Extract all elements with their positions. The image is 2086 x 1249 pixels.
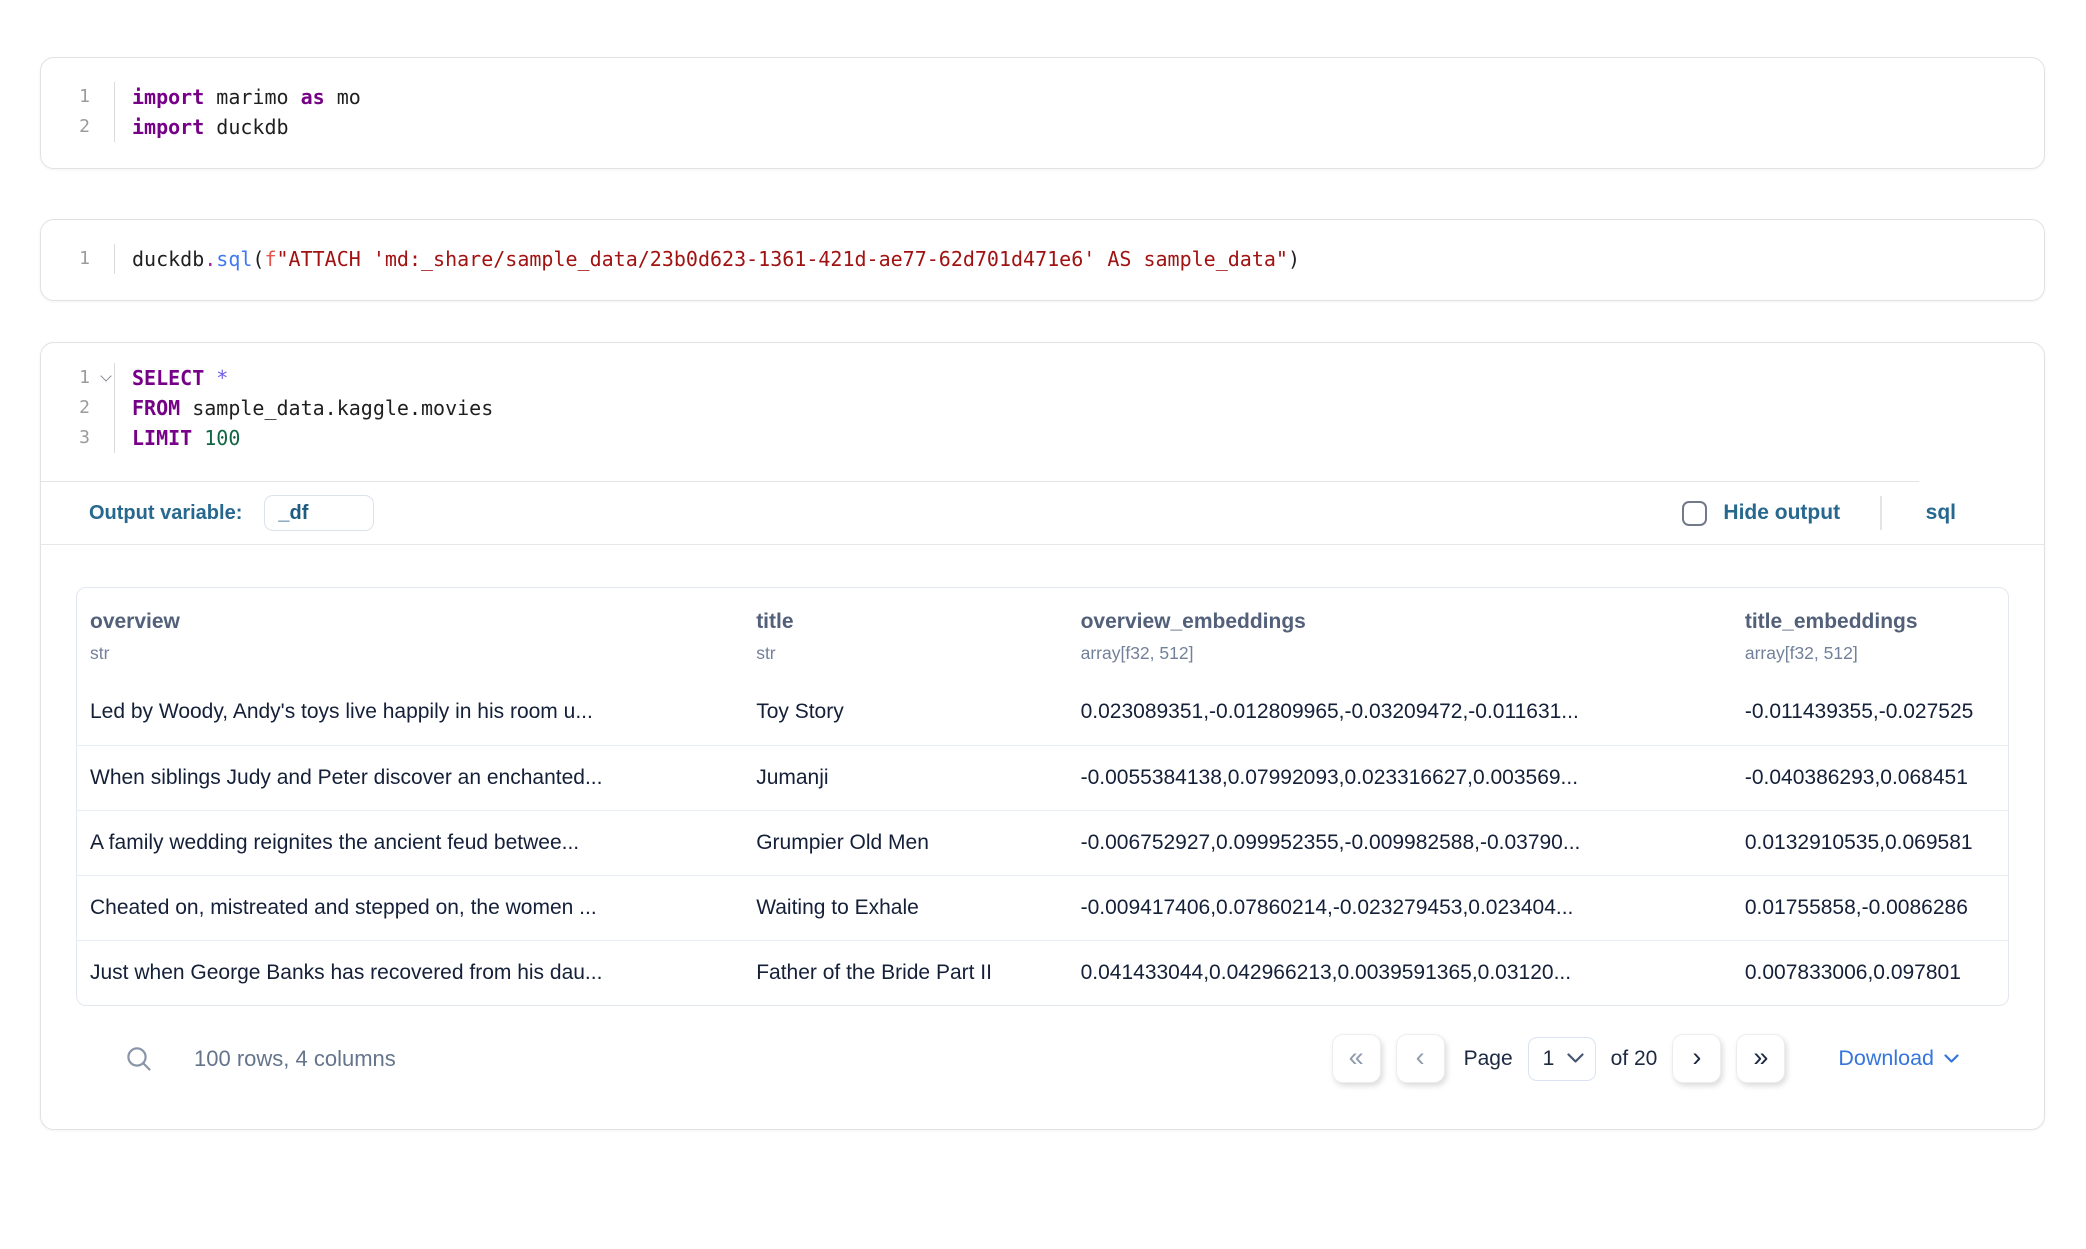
table-header-row: overview str title str overview_embeddingsar… — [77, 588, 2008, 680]
output-variable-input[interactable] — [264, 495, 374, 531]
table-row: Led by Woody, Andy's toys live happily i… — [77, 680, 2008, 745]
table-row: Just when George Banks has recovered fro… — [77, 940, 2008, 1005]
code-line: FROM sample_data.kaggle.movies — [132, 393, 493, 423]
table-cell: Jumanji — [743, 745, 1067, 810]
table-cell: Grumpier Old Men — [743, 810, 1067, 875]
table-cell: Father of the Bride Part II — [743, 940, 1067, 1005]
table-footer: 100 rows, 4 columns « ‹ Page 1 of 20 › — [76, 1006, 2009, 1129]
pagination: « ‹ Page 1 of 20 › » — [1332, 1034, 1959, 1083]
first-page-button[interactable]: « — [1332, 1034, 1381, 1083]
cell-output: overview str title str overview_embeddingsar… — [41, 545, 2044, 1129]
column-header-title_embeddings[interactable]: title_embeddings array[f32, 512] — [1732, 588, 2008, 680]
code-lines: SELECT *FROM sample_data.kaggle.moviesLI… — [115, 363, 493, 453]
table-row: A family wedding reignites the ancient f… — [77, 810, 2008, 875]
dataframe-table-card: overview str title str overview_embeddingsar… — [76, 587, 2009, 1006]
column-dtype: str — [90, 643, 743, 664]
column-header-title[interactable]: title str — [743, 588, 1067, 680]
code-line: LIMIT 100 — [132, 423, 493, 453]
line-number: 1 — [41, 363, 114, 393]
table-cell: -0.011439355,-0.027525 — [1732, 680, 2008, 745]
line-number: 3 — [41, 423, 114, 453]
dataframe-table: overview str title str overview_embeddingsar… — [77, 588, 2008, 1005]
column-dtype: str — [756, 643, 1067, 664]
table-cell: A family wedding reignites the ancient f… — [77, 810, 743, 875]
search-button[interactable] — [124, 1044, 154, 1074]
chevron-left-icon: ‹ — [1416, 1044, 1425, 1071]
download-button[interactable]: Download — [1838, 1046, 1959, 1071]
table-cell: Just when George Banks has recovered fro… — [77, 940, 743, 1005]
table-cell: 0.041433044,0.042966213,0.0039591365,0.0… — [1068, 940, 1732, 1005]
table-cell: -0.040386293,0.068451 — [1732, 745, 2008, 810]
code-line: import duckdb — [132, 112, 361, 142]
code-cell-imports: 12 import marimo as moimport duckdb — [40, 57, 2045, 169]
page-total: of 20 — [1611, 1047, 1658, 1071]
table-body: Led by Woody, Andy's toys live happily i… — [77, 680, 2008, 1005]
table-cell: -0.006752927,0.099952355,-0.009982588,-0… — [1068, 810, 1732, 875]
last-page-button[interactable]: » — [1736, 1034, 1785, 1083]
table-cell: -0.0055384138,0.07992093,0.023316627,0.0… — [1068, 745, 1732, 810]
page-label: Page — [1464, 1047, 1513, 1071]
chevron-right-icon: › — [1692, 1044, 1701, 1071]
page-select-value: 1 — [1543, 1047, 1555, 1071]
line-numbers: 12 — [41, 82, 115, 142]
chevron-down-icon — [1567, 1053, 1584, 1064]
double-chevron-right-icon: » — [1753, 1044, 1768, 1071]
code-line: import marimo as mo — [132, 82, 361, 112]
code-lines: duckdb.sql(f"ATTACH 'md:_share/sample_da… — [115, 244, 1300, 274]
table-cell: Waiting to Exhale — [743, 875, 1067, 940]
line-number: 2 — [41, 393, 114, 423]
column-header-overview_embeddings[interactable]: overview_embeddings array[f32, 512] — [1068, 588, 1732, 680]
column-name: overview_embeddings — [1081, 610, 1732, 634]
column-name: title — [756, 610, 1067, 634]
page-select[interactable]: 1 — [1528, 1037, 1596, 1081]
code-editor[interactable]: 123 SELECT *FROM sample_data.kaggle.movi… — [41, 363, 2044, 453]
line-numbers: 123 — [41, 363, 115, 453]
code-editor[interactable]: 12 import marimo as moimport duckdb — [41, 82, 2044, 142]
hide-output-label: Hide output — [1723, 501, 1840, 525]
line-number: 1 — [41, 82, 114, 112]
search-icon — [124, 1044, 154, 1074]
code-cell-attach: 1 duckdb.sql(f"ATTACH 'md:_share/sample_… — [40, 219, 2045, 301]
line-number: 2 — [41, 112, 114, 142]
table-cell: Led by Woody, Andy's toys live happily i… — [77, 680, 743, 745]
sql-cell-footer: Output variable: Hide output sql — [41, 482, 2044, 544]
line-number: 1 — [41, 244, 114, 274]
code-fold-chevron-icon[interactable] — [100, 370, 111, 381]
table-cell: -0.009417406,0.07860214,-0.023279453,0.0… — [1068, 875, 1732, 940]
column-dtype: array[f32, 512] — [1745, 643, 2008, 664]
download-label: Download — [1838, 1046, 1934, 1071]
line-numbers: 1 — [41, 244, 115, 274]
table-cell: 0.01755858,-0.0086286 — [1732, 875, 2008, 940]
table-cell: 0.007833006,0.097801 — [1732, 940, 2008, 1005]
code-editor[interactable]: 1 duckdb.sql(f"ATTACH 'md:_share/sample_… — [41, 244, 2044, 274]
double-chevron-left-icon: « — [1349, 1044, 1364, 1071]
column-name: overview — [90, 610, 743, 634]
hide-output-checkbox[interactable] — [1682, 501, 1707, 526]
chevron-down-icon — [1944, 1054, 1959, 1064]
table-cell: Cheated on, mistreated and stepped on, t… — [77, 875, 743, 940]
previous-page-button[interactable]: ‹ — [1396, 1034, 1445, 1083]
code-lines: import marimo as moimport duckdb — [115, 82, 361, 142]
column-header-overview[interactable]: overview str — [77, 588, 743, 680]
table-row: Cheated on, mistreated and stepped on, t… — [77, 875, 2008, 940]
sql-cell: 123 SELECT *FROM sample_data.kaggle.movi… — [40, 342, 2045, 1130]
language-button[interactable]: sql — [1926, 501, 1956, 525]
column-dtype: array[f32, 512] — [1081, 643, 1732, 664]
vertical-divider — [1880, 496, 1882, 530]
output-variable-label: Output variable: — [89, 502, 242, 525]
row-count-summary: 100 rows, 4 columns — [194, 1046, 396, 1072]
table-cell: Toy Story — [743, 680, 1067, 745]
table-cell: When siblings Judy and Peter discover an… — [77, 745, 743, 810]
table-cell: 0.023089351,-0.012809965,-0.03209472,-0.… — [1068, 680, 1732, 745]
table-row: When siblings Judy and Peter discover an… — [77, 745, 2008, 810]
code-line: duckdb.sql(f"ATTACH 'md:_share/sample_da… — [132, 244, 1300, 274]
next-page-button[interactable]: › — [1672, 1034, 1721, 1083]
column-name: title_embeddings — [1745, 610, 2008, 634]
code-line: SELECT * — [132, 363, 493, 393]
table-cell: 0.0132910535,0.069581 — [1732, 810, 2008, 875]
